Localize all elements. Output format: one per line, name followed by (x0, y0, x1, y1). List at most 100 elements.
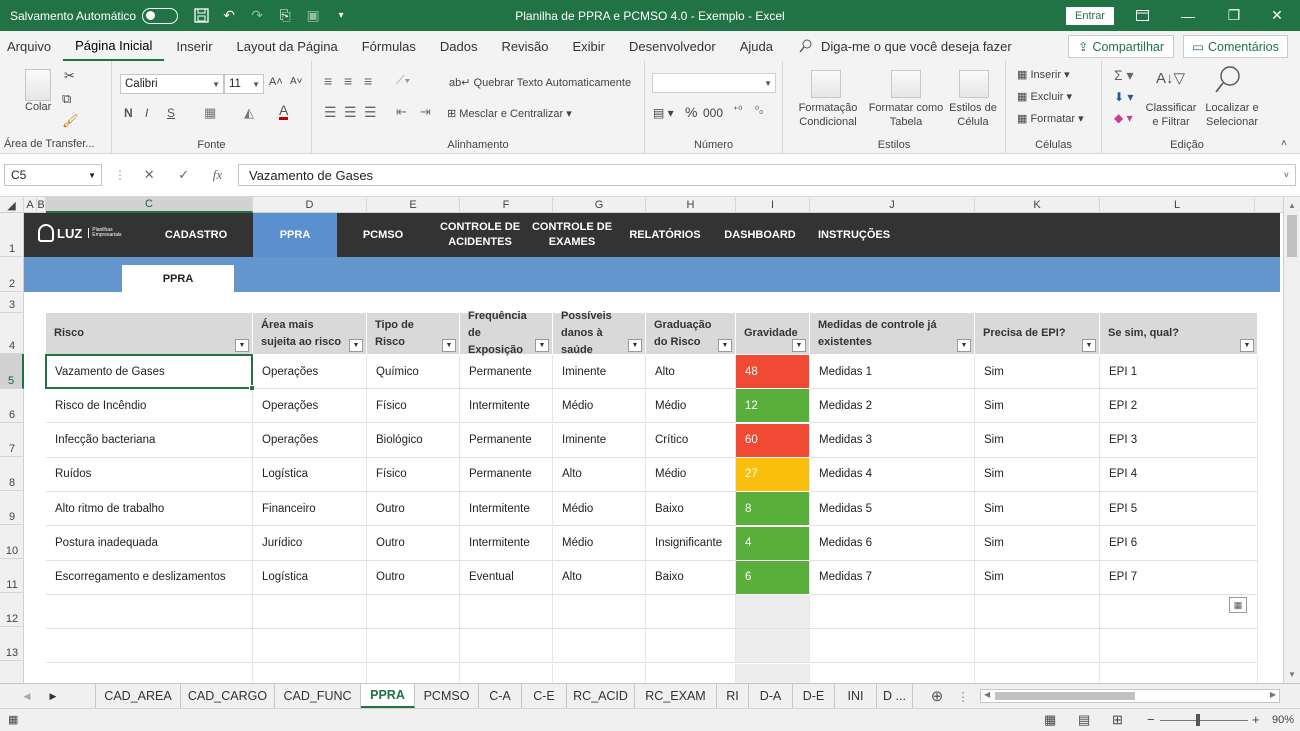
table-cell[interactable]: Baixo (646, 492, 736, 527)
table-cell[interactable]: EPI 1 (1100, 355, 1258, 389)
scroll-left-icon[interactable]: ◀ (984, 690, 990, 699)
table-cell[interactable]: Operações (253, 355, 367, 389)
camera-icon[interactable]: ▣ (302, 5, 324, 27)
table-cell[interactable]: Escorregamento e deslizamentos (46, 560, 253, 595)
row-header-4[interactable]: 4 (0, 313, 24, 354)
empty-cell[interactable] (253, 663, 367, 683)
sheet-tab-c-e[interactable]: C-E (522, 684, 567, 708)
empty-cell[interactable] (975, 629, 1100, 664)
zoom-in-icon[interactable]: + (1252, 712, 1260, 727)
table-cell[interactable]: Médio (553, 492, 646, 527)
align-bottom-icon[interactable]: ≡ (364, 73, 372, 89)
conditional-format-button[interactable]: Formatação Condicional (793, 101, 863, 129)
filter-dropdown-icon[interactable]: ▼ (1082, 339, 1096, 352)
column-header-k[interactable]: K (975, 197, 1100, 213)
decrease-decimal-icon[interactable]: ⁰₀ (755, 105, 763, 116)
fill-icon[interactable]: ⬇ ▾ (1114, 90, 1133, 104)
sort-filter-icon[interactable]: A↓▽ (1156, 69, 1185, 87)
sheet-tab-rc-acid[interactable]: RC_ACID (567, 684, 635, 708)
empty-cell[interactable] (810, 663, 975, 683)
row-header-5[interactable]: 5 (0, 354, 24, 389)
gravity-cell[interactable]: 8 (736, 492, 810, 527)
sheet-tab-ini[interactable]: INI (835, 684, 877, 708)
sheet-tab-d-e[interactable]: D-E (793, 684, 835, 708)
empty-cell[interactable] (553, 629, 646, 664)
comma-style-icon[interactable]: 000 (703, 106, 723, 120)
table-cell[interactable]: Jurídico (253, 526, 367, 561)
table-cell[interactable]: Ruídos (46, 457, 253, 492)
sheet-tab-d-a[interactable]: D-A (749, 684, 793, 708)
empty-cell[interactable] (46, 663, 253, 683)
column-header-a[interactable]: A (24, 197, 37, 213)
decrease-indent-icon[interactable]: ⇤ (396, 104, 407, 120)
table-cell[interactable]: Sim (975, 423, 1100, 458)
filter-dropdown-icon[interactable]: ▼ (1240, 339, 1254, 352)
format-cells-button[interactable]: ▦ Formatar ▾ (1017, 112, 1084, 125)
empty-cell[interactable] (553, 663, 646, 683)
page-break-view-icon[interactable]: ⊞ (1112, 712, 1123, 728)
underline-button[interactable]: S (167, 106, 175, 120)
row-header-6[interactable]: 6 (0, 389, 24, 423)
empty-cell[interactable] (46, 595, 253, 630)
table-cell[interactable]: EPI 5 (1100, 492, 1258, 527)
table-cell[interactable]: Logística (253, 457, 367, 492)
table-cell[interactable]: Sim (975, 526, 1100, 561)
vertical-scrollbar[interactable]: ▲ ▼ (1283, 197, 1300, 683)
autosave-toggle[interactable] (142, 7, 179, 24)
italic-button[interactable]: I (145, 106, 148, 120)
formula-input[interactable]: Vazamento de Gases ˅ (238, 164, 1296, 186)
empty-cell[interactable] (736, 663, 810, 683)
row-header-11[interactable]: 11 (0, 559, 24, 593)
gravity-cell[interactable]: 12 (736, 389, 810, 424)
nav-item-relat-rios[interactable]: RELATÓRIOS (618, 213, 712, 257)
table-cell[interactable]: Intermitente (460, 389, 553, 424)
conditional-format-icon[interactable] (811, 70, 841, 98)
nav-item-instru-es[interactable]: INSTRUÇÕES (808, 213, 900, 257)
scroll-up-icon[interactable]: ▲ (1288, 201, 1296, 210)
nav-item-ppra[interactable]: PPRA (253, 213, 337, 257)
horizontal-scrollbar[interactable]: ◀ ▶ (980, 689, 1280, 703)
column-header-i[interactable]: I (736, 197, 810, 213)
table-cell[interactable]: Sim (975, 457, 1100, 492)
table-cell[interactable]: Permanente (460, 355, 553, 389)
autosum-icon[interactable]: Σ ▾ (1114, 67, 1134, 84)
font-color-icon[interactable]: A (279, 103, 289, 120)
table-cell[interactable]: Alto (553, 560, 646, 595)
table-cell[interactable]: Permanente (460, 423, 553, 458)
column-header-f[interactable]: F (460, 197, 553, 213)
empty-cell[interactable] (646, 663, 736, 683)
table-cell[interactable]: EPI 6 (1100, 526, 1258, 561)
sheet-tab-rc-exam[interactable]: RC_EXAM (635, 684, 717, 708)
format-table-icon[interactable] (891, 70, 921, 98)
grow-font-icon[interactable]: A˄ (269, 76, 283, 88)
filter-dropdown-icon[interactable]: ▼ (235, 339, 249, 352)
column-header-b[interactable]: B (37, 197, 46, 213)
align-middle-icon[interactable]: ≡ (344, 73, 352, 89)
sheet-tab-cad-cargo[interactable]: CAD_CARGO (181, 684, 275, 708)
table-cell[interactable]: Postura inadequada (46, 526, 253, 561)
tab-ajuda[interactable]: Ajuda (728, 31, 785, 61)
prev-sheet-icon[interactable]: ◀ (14, 684, 40, 708)
filter-dropdown-icon[interactable]: ▼ (957, 339, 971, 352)
undo-icon[interactable]: ↶ (218, 5, 240, 27)
fill-color-icon[interactable]: ◭ (244, 105, 254, 121)
empty-cell[interactable] (975, 595, 1100, 630)
align-right-icon[interactable]: ☰ (364, 104, 377, 121)
column-header-c[interactable]: C (46, 197, 253, 213)
align-center-icon[interactable]: ☰ (344, 104, 357, 121)
row-header-12[interactable]: 12 (0, 593, 24, 627)
tell-me-search[interactable]: Diga-me o que você deseja fazer (799, 39, 1012, 54)
column-header-d[interactable]: D (253, 197, 367, 213)
table-cell[interactable]: Risco de Incêndio (46, 389, 253, 424)
table-cell[interactable]: Logística (253, 560, 367, 595)
filter-dropdown-icon[interactable]: ▼ (535, 339, 549, 352)
table-cell[interactable]: Outro (367, 560, 460, 595)
insert-function-icon[interactable]: fx (213, 167, 222, 183)
nav-item-controle-de-exames[interactable]: CONTROLE DE EXAMES (526, 213, 618, 257)
borders-icon[interactable]: ▦ (204, 105, 216, 121)
empty-cell[interactable] (460, 629, 553, 664)
next-sheet-icon[interactable]: ▶ (40, 684, 66, 708)
minimize-icon[interactable]: — (1165, 0, 1211, 31)
table-cell[interactable]: Medidas 5 (810, 492, 975, 527)
cell-styles-icon[interactable] (959, 70, 989, 98)
